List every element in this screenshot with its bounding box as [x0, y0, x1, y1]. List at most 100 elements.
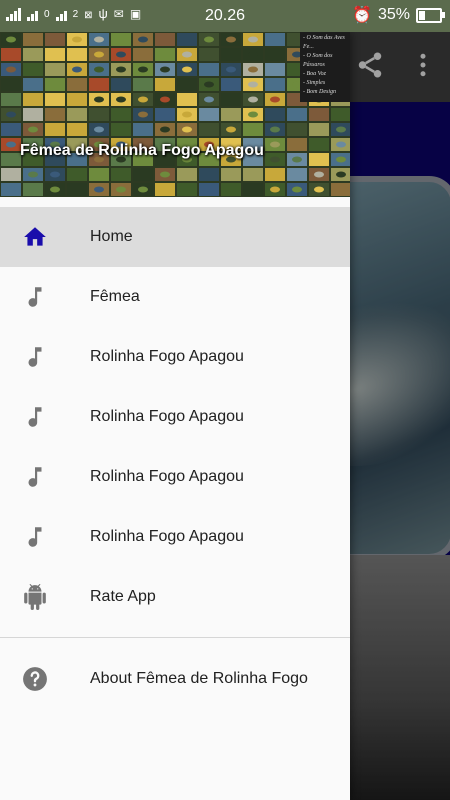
menu-item-label: Rate App	[90, 588, 156, 605]
mosaic-bird	[314, 186, 324, 193]
menu-item-label: Fêmea	[90, 288, 140, 305]
mosaic-bird	[160, 66, 170, 73]
menu-item-label: Rolinha Fogo Apagou	[90, 408, 244, 425]
mosaic-tile	[89, 108, 109, 121]
mosaic-bird	[94, 126, 104, 133]
mosaic-tile	[287, 138, 307, 151]
mosaic-bird	[94, 51, 104, 58]
menu-item-label: Home	[90, 228, 133, 245]
mosaic-bird	[270, 126, 280, 133]
menu-item-label: Rolinha Fogo Apagou	[90, 468, 244, 485]
mosaic-bird	[248, 81, 258, 88]
mosaic-bird	[138, 96, 148, 103]
mosaic-tile	[265, 168, 285, 181]
mosaic-tile	[89, 168, 109, 181]
mosaic-tile	[23, 63, 43, 76]
mosaic-bird	[270, 186, 280, 193]
menu-item-femea[interactable]: Fêmea	[0, 267, 350, 327]
mosaic-tile	[111, 123, 131, 136]
mosaic-tile	[199, 168, 219, 181]
mosaic-bird	[204, 36, 214, 43]
mosaic-bird	[292, 156, 302, 163]
header-caption: - O Som das Aves Fe... - O Som dos Pássar…	[300, 32, 350, 102]
mosaic-tile	[199, 63, 219, 76]
mosaic-bird	[248, 96, 258, 103]
menu-item-rolinha-3[interactable]: Rolinha Fogo Apagou	[0, 447, 350, 507]
mosaic-tile	[177, 168, 197, 181]
mosaic-bird	[6, 111, 16, 118]
mosaic-tile	[155, 108, 175, 121]
mosaic-tile	[1, 168, 21, 181]
mosaic-bird	[6, 186, 16, 193]
music-note-icon	[22, 344, 48, 370]
mosaic-tile	[111, 168, 131, 181]
mosaic-tile	[23, 108, 43, 121]
mosaic-bird	[226, 36, 236, 43]
mosaic-tile	[111, 78, 131, 91]
menu-item-rate-app[interactable]: Rate App	[0, 567, 350, 627]
menu-item-rolinha-4[interactable]: Rolinha Fogo Apagou	[0, 507, 350, 567]
mosaic-bird	[50, 186, 60, 193]
mosaic-tile	[221, 48, 241, 61]
mosaic-bird	[182, 51, 192, 58]
mosaic-tile	[221, 168, 241, 181]
mosaic-tile	[177, 93, 197, 106]
mosaic-bird	[182, 66, 192, 73]
mosaic-tile	[221, 108, 241, 121]
mosaic-tile	[45, 33, 65, 46]
mosaic-tile	[133, 123, 153, 136]
mosaic-tile	[133, 48, 153, 61]
mosaic-tile	[309, 138, 329, 151]
mosaic-bird	[336, 126, 346, 133]
mosaic-tile	[45, 48, 65, 61]
header-caption-line: - Bom Design	[303, 89, 336, 95]
music-note-icon	[22, 404, 48, 430]
mosaic-bird	[72, 66, 82, 73]
menu-item-about[interactable]: About Fêmea de Rolinha Fogo	[0, 648, 350, 710]
mosaic-bird	[270, 156, 280, 163]
mosaic-tile	[309, 123, 329, 136]
mosaic-tile	[287, 123, 307, 136]
mosaic-tile	[67, 78, 87, 91]
mosaic-tile	[177, 33, 197, 46]
status-icons-right: ⏰ 35%	[352, 5, 445, 25]
mosaic-bird	[94, 36, 104, 43]
mosaic-tile	[45, 123, 65, 136]
mosaic-tile	[309, 153, 329, 166]
mosaic-bird	[160, 96, 170, 103]
battery-fill	[419, 10, 426, 20]
mosaic-tile	[67, 48, 87, 61]
mosaic-tile	[331, 108, 350, 121]
mosaic-tile	[45, 108, 65, 121]
mosaic-bird	[94, 96, 104, 103]
mosaic-bird	[6, 66, 16, 73]
menu-item-label: Rolinha Fogo Apagou	[90, 528, 244, 545]
mosaic-bird	[226, 126, 236, 133]
header-caption-line: - Simples	[303, 80, 326, 86]
mosaic-bird	[314, 171, 324, 178]
drawer-menu: Home Fêmea Rolinha Fogo Apagou Rolinha F…	[0, 207, 350, 710]
mosaic-bird	[28, 171, 38, 178]
mosaic-tile	[111, 108, 131, 121]
mosaic-bird	[204, 96, 214, 103]
mosaic-tile	[199, 183, 219, 196]
mosaic-tile	[155, 183, 175, 196]
mosaic-bird	[138, 111, 148, 118]
bird-mosaic-image	[1, 33, 350, 196]
mosaic-tile	[23, 48, 43, 61]
drawer-header: - O Som das Aves Fe... - O Som dos Pássar…	[0, 32, 350, 197]
mosaic-tile	[45, 93, 65, 106]
menu-item-rolinha-1[interactable]: Rolinha Fogo Apagou	[0, 327, 350, 387]
menu-item-rolinha-2[interactable]: Rolinha Fogo Apagou	[0, 387, 350, 447]
mosaic-tile	[67, 93, 87, 106]
mosaic-bird	[336, 156, 346, 163]
mosaic-tile	[67, 183, 87, 196]
mosaic-tile	[243, 168, 263, 181]
mosaic-bird	[336, 141, 346, 148]
header-caption-line: - Boa Voz	[303, 71, 326, 77]
mosaic-bird	[116, 96, 126, 103]
menu-item-home[interactable]: Home	[0, 207, 350, 267]
mosaic-tile	[133, 78, 153, 91]
mosaic-tile	[177, 78, 197, 91]
mosaic-bird	[50, 171, 60, 178]
